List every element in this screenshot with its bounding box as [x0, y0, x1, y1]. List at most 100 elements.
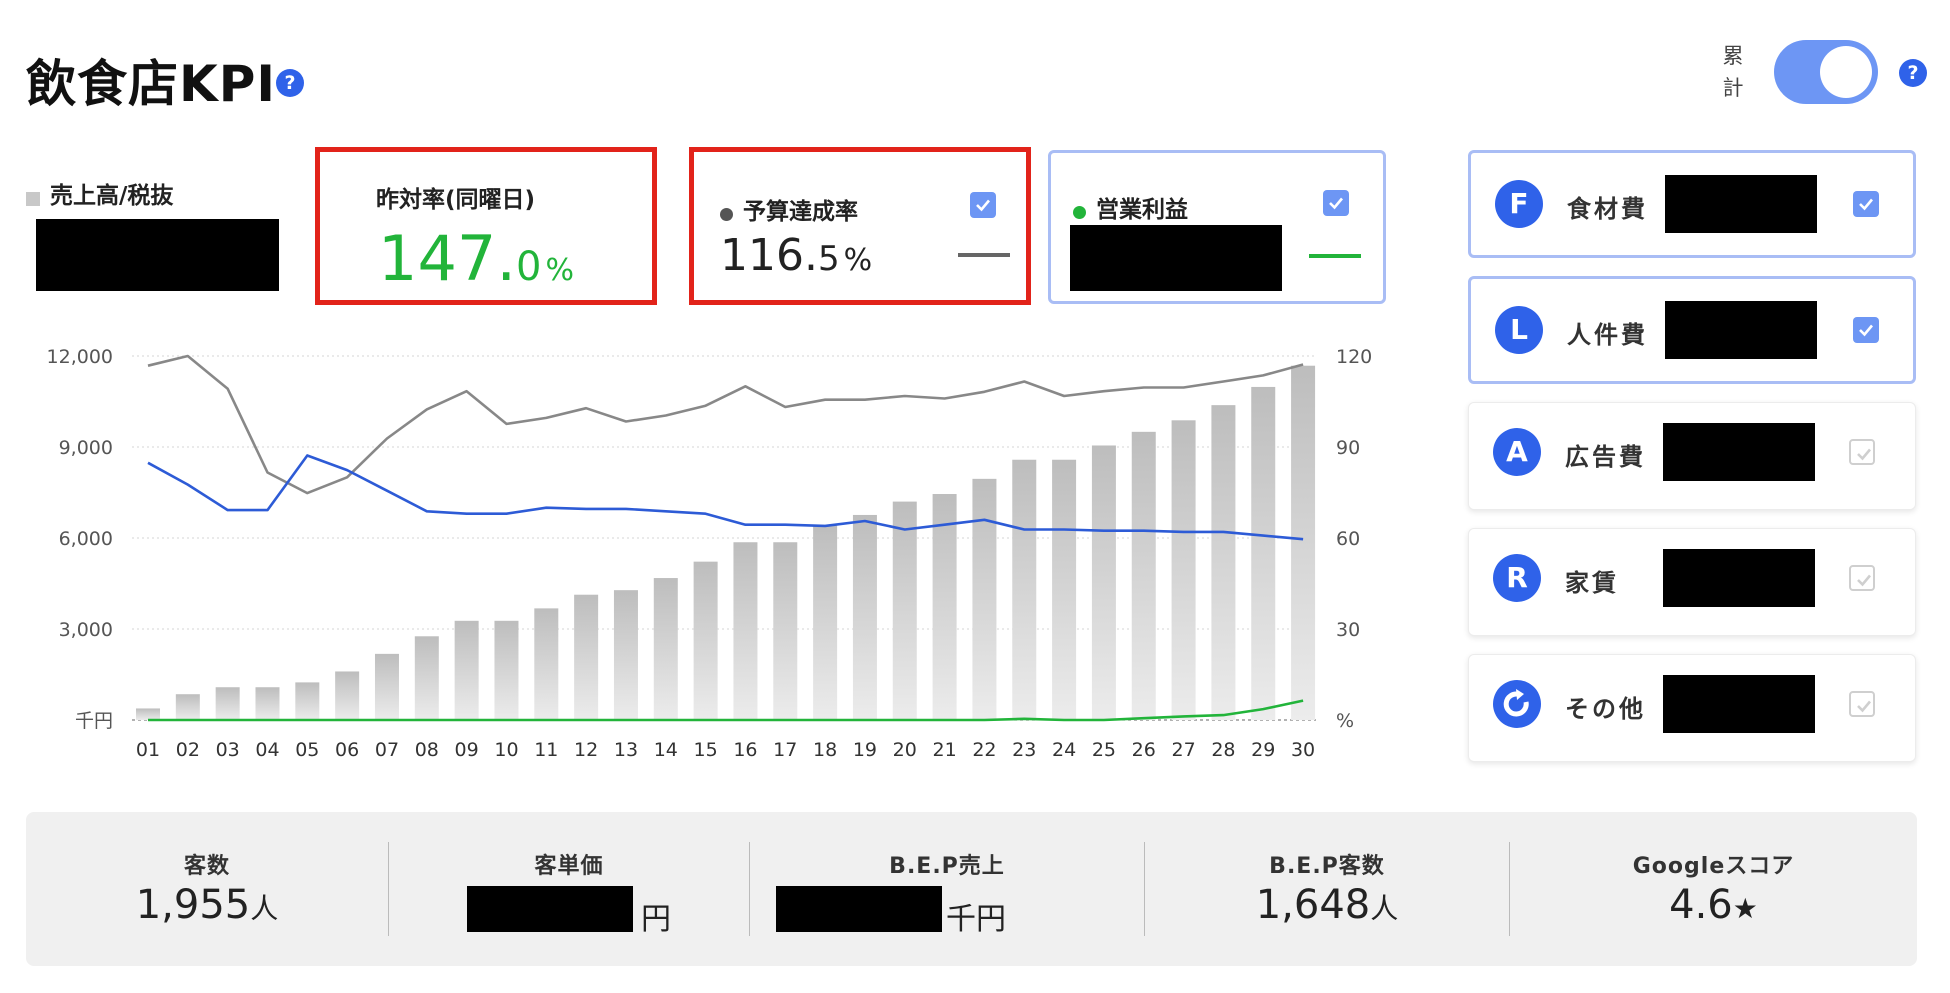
sales-bar [1171, 420, 1196, 720]
cost-label: その他 [1565, 695, 1646, 723]
sales-bar [1131, 431, 1156, 720]
sales-bar [374, 653, 399, 720]
x-tick-label: 03 [216, 739, 240, 761]
profit-checkbox[interactable] [1323, 190, 1349, 216]
cycle-icon [1493, 680, 1541, 728]
stat-label: 客数 [183, 854, 230, 879]
cost-label: 人件費 [1567, 321, 1648, 349]
cost-value-redacted [1665, 301, 1817, 359]
x-tick-label: 29 [1251, 739, 1275, 761]
yoy-unit: % [545, 253, 575, 288]
check-icon [1859, 324, 1873, 337]
sales-bar [534, 608, 559, 720]
x-tick-label: 28 [1211, 739, 1235, 761]
stat-redacted [776, 886, 942, 932]
cost-value-redacted [1663, 549, 1815, 607]
help-icon[interactable]: ? [1899, 59, 1927, 87]
check-icon [1857, 448, 1871, 461]
cost-checkbox[interactable] [1849, 691, 1875, 717]
yoy-value-int: 147. [378, 222, 517, 295]
sales-bar [335, 671, 360, 720]
sales-bar [773, 542, 798, 720]
profit-label: 営業利益 [1096, 197, 1188, 223]
yoy-label: 昨対率(同曜日) [376, 187, 536, 213]
sales-bar [1291, 365, 1316, 720]
y2-tick-label: 30 [1336, 619, 1360, 641]
sales-bar [613, 590, 638, 720]
sales-bar [1052, 459, 1077, 720]
x-tick-label: 27 [1171, 739, 1195, 761]
x-tick-label: 05 [295, 739, 319, 761]
cost-checkbox[interactable] [1853, 191, 1879, 217]
cost-card[interactable]: R 家賃 [1468, 528, 1916, 636]
yoy-value: 147.0% [378, 222, 574, 295]
stat-number: 1,955 [135, 882, 251, 928]
x-tick-label: 14 [654, 739, 678, 761]
sales-bar [1012, 459, 1037, 720]
budget-card: 予算達成率 116.5% [689, 147, 1031, 305]
cost-value-redacted [1663, 675, 1815, 733]
stat-unit: 円 [641, 902, 671, 937]
sales-bar [852, 514, 877, 720]
cumulative-toggle[interactable] [1774, 40, 1878, 104]
x-tick-label: 09 [455, 739, 479, 761]
stats-bar: 客数 1,955人 客単価 円 B.E.P売上 千円 B.E.P客数 1,648… [26, 812, 1917, 966]
sales-bars [136, 365, 1316, 720]
kpi-chart: 12,000 120 9,000 90 6,000 60 3,000 30 千円 % 01 02 03 0… [47, 346, 1373, 761]
y-tick-label: 9,000 [59, 437, 113, 459]
cost-label: 食材費 [1567, 195, 1648, 223]
profit-dot [1073, 206, 1086, 219]
stat-value: 4.6★ [1510, 882, 1917, 928]
check-icon [1329, 197, 1343, 210]
budget-unit: % [843, 243, 873, 278]
profit-legend: 営業利益 [1073, 190, 1188, 224]
cost-card[interactable]: A 広告費 [1468, 402, 1916, 510]
cost-card[interactable]: F 食材費 [1468, 150, 1916, 258]
budget-label: 予算達成率 [743, 199, 858, 225]
x-tick-label: 21 [933, 739, 957, 761]
sales-bar [693, 561, 718, 720]
cost-checkbox[interactable] [1853, 317, 1879, 343]
x-tick-label: 18 [813, 739, 837, 761]
help-icon[interactable]: ? [276, 69, 304, 97]
yoy-card: 昨対率(同曜日) 147.0% [315, 147, 657, 305]
budget-legend: 予算達成率 [720, 192, 858, 226]
budget-checkbox[interactable] [970, 192, 996, 218]
sales-bar [932, 494, 957, 720]
cost-checkbox[interactable] [1849, 565, 1875, 591]
x-tick-label: 20 [893, 739, 917, 761]
x-tick-label: 15 [694, 739, 718, 761]
stat-customers: 客数 1,955人 [26, 812, 388, 966]
cost-card[interactable]: L 人件費 [1468, 276, 1916, 384]
sales-bar [574, 594, 599, 720]
cost-checkbox[interactable] [1849, 439, 1875, 465]
x-tick-label: 13 [614, 739, 638, 761]
x-tick-label: 10 [494, 739, 518, 761]
stat-redacted [467, 886, 633, 932]
sales-bar [175, 694, 200, 720]
cost-letter-icon: R [1493, 554, 1541, 602]
y2-tick-label: 120 [1336, 346, 1372, 368]
budget-line [147, 454, 1304, 541]
sales-legend-label: 売上高/税抜 [50, 183, 174, 209]
y-tick-label: 12,000 [47, 346, 113, 368]
profit-line [148, 699, 1304, 722]
x-tick-label: 02 [176, 739, 200, 761]
budget-value-dec: 5 [817, 239, 840, 279]
x-tick-label: 11 [534, 739, 558, 761]
check-icon [1859, 198, 1873, 211]
star-icon: ★ [1732, 892, 1758, 925]
cost-card[interactable]: その他 [1468, 654, 1916, 762]
sales-bar [295, 682, 320, 720]
y2-tick-label: 90 [1336, 437, 1360, 459]
stat-label: 客単価 [534, 854, 604, 879]
x-tick-label: 12 [574, 739, 598, 761]
x-tick-label: 16 [733, 739, 757, 761]
sales-bar [1211, 405, 1236, 720]
yoy-line [147, 354, 1304, 495]
profit-card[interactable]: 営業利益 [1048, 150, 1386, 304]
check-icon [1857, 574, 1871, 587]
sales-bar [494, 620, 519, 720]
y2-unit-label: % [1336, 710, 1354, 732]
sales-bar [1091, 445, 1116, 720]
